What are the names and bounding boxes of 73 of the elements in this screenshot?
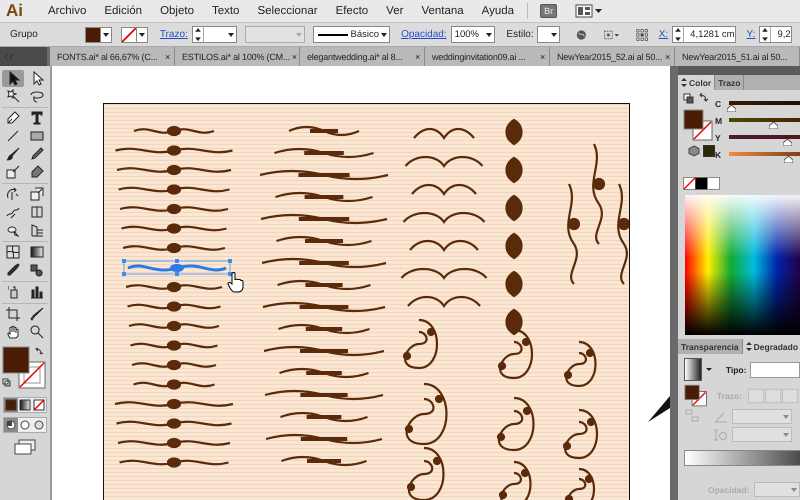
none-mode-icon[interactable] (32, 398, 46, 412)
stroke-weight-field[interactable] (192, 26, 237, 43)
reverse-gradient-icon (684, 409, 700, 423)
spinner-arrows-icon[interactable] (760, 27, 772, 42)
document-tab[interactable]: NewYear2015_51.ai al 50... (675, 47, 800, 66)
type-label: Tipo: (726, 364, 746, 374)
fill-color-dropdown[interactable] (84, 26, 112, 42)
y-position-field[interactable]: 9,2 (759, 26, 792, 43)
expand-toggle-icon[interactable] (681, 78, 687, 87)
caret-icon[interactable] (706, 368, 712, 371)
brush-definition-dropdown[interactable]: Básico (312, 26, 390, 43)
slider-label: K (715, 150, 722, 160)
slider-label: C (715, 98, 722, 108)
angle-icon (714, 410, 728, 422)
slider-thumb[interactable] (769, 122, 778, 128)
selection-type-label: Grupo (9, 29, 39, 40)
opacity-field[interactable]: 100% (450, 26, 496, 43)
reference-point-icon[interactable] (636, 26, 648, 42)
slider-thumb[interactable] (783, 138, 792, 146)
aspect-ratio-icon (714, 428, 728, 440)
color-fill-mode-icon[interactable] (4, 398, 18, 412)
workspace-layout-icon[interactable] (575, 4, 604, 18)
gradient-mode-icon[interactable] (18, 398, 32, 412)
selected-ornament-drawing[interactable] (122, 259, 232, 276)
stroke-color-dropdown[interactable] (120, 26, 148, 42)
panel-pointer-icon (648, 396, 670, 422)
menu-item[interactable]: Edición (95, 5, 152, 17)
style-label: Estilo: (506, 29, 534, 40)
stroke-link[interactable]: Trazo: (160, 29, 188, 40)
slider-label: Y (715, 132, 722, 142)
bridge-button[interactable]: Br (540, 4, 558, 18)
menu-item[interactable]: Ayuda (472, 5, 524, 17)
document-tab[interactable]: NewYear2015_52.ai al 50... × (550, 47, 675, 66)
out-of-gamut-swatch[interactable] (703, 145, 715, 157)
slider-thumb[interactable] (784, 156, 794, 162)
document-tab[interactable]: FONTS.ai* al 66,67% (C... × (50, 47, 175, 66)
menu-item[interactable]: Archivo (39, 5, 96, 17)
panel-tab[interactable]: Degradado (742, 339, 800, 354)
draw-normal-icon[interactable] (4, 418, 18, 432)
type-field[interactable] (750, 362, 800, 378)
document-tab[interactable]: elegantwedding.ai* al 8... × (300, 47, 425, 66)
style-dropdown[interactable] (536, 26, 560, 43)
globe-icon[interactable] (576, 28, 587, 42)
menu-item[interactable]: Texto (202, 5, 248, 17)
draw-inside-icon[interactable] (32, 418, 46, 432)
menu-item[interactable]: Efecto (326, 5, 378, 17)
quick-color-swatches[interactable] (683, 177, 721, 190)
slider-label: M (715, 116, 724, 126)
fill-stroke-swatches[interactable] (683, 109, 715, 143)
color-spectrum[interactable] (685, 195, 800, 335)
app-logo: Ai (6, 1, 23, 21)
cube-icon[interactable] (688, 145, 700, 157)
spinner-arrows-icon[interactable] (673, 27, 684, 42)
expand-toggle-icon[interactable] (746, 342, 752, 351)
x-position-field[interactable]: 4,1281 cm (672, 26, 736, 43)
document-tab[interactable]: weddinginvitation09.ai ... × (425, 47, 550, 66)
document-tab[interactable]: ESTILOS.ai* al 100% (CM... × (175, 47, 300, 66)
menu-item[interactable]: Seleccionar (248, 5, 327, 17)
menu-item[interactable]: Ventana (412, 5, 473, 17)
opacity-link[interactable]: Opacidad: (401, 29, 447, 40)
panel-tab[interactable]: Color (678, 75, 716, 90)
menu-item[interactable]: Ver (377, 5, 412, 17)
menu-item[interactable]: Objeto (151, 5, 203, 17)
draw-behind-icon[interactable] (18, 418, 32, 432)
x-position-link[interactable]: X: (658, 29, 668, 40)
slider-thumb[interactable] (727, 104, 736, 112)
panel-tab[interactable]: Trazo (715, 75, 744, 90)
screen-mode-icon[interactable] (13, 439, 37, 455)
y-position-link[interactable]: Y: (746, 29, 756, 40)
gradient-swatch[interactable] (684, 358, 702, 381)
spinner-arrows-icon[interactable] (192, 27, 204, 42)
hand-pointer-icon (228, 272, 244, 292)
fill-stroke-swatches[interactable] (2, 346, 48, 390)
